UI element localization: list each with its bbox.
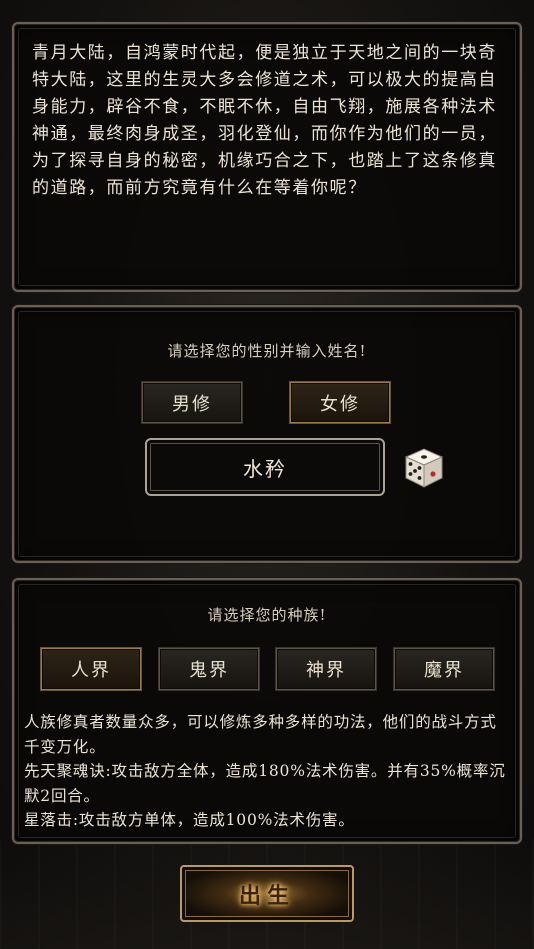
race-panel: 请选择您的种族! 人界 鬼界 神界 魔界 人族修真者数量众多，可以修炼多种多样的…: [12, 578, 522, 844]
story-text: 青月大陆，自鸿蒙时代起，便是独立于天地之间的一块奇特大陆，这里的生灵大多会修道之…: [32, 43, 497, 198]
birth-button[interactable]: 出生: [180, 865, 354, 922]
gender-prompt: 请选择您的性别并输入姓名!: [167, 342, 367, 360]
race-description-intro: 人族修真者数量众多，可以修炼多种多样的功法，他们的战斗方式千变万化。: [24, 713, 497, 756]
race-option-demon[interactable]: 魔界: [394, 648, 494, 690]
race-option-human[interactable]: 人界: [41, 648, 141, 690]
race-description: 人族修真者数量众多，可以修炼多种多样的功法，他们的战斗方式千变万化。 先天聚魂诀…: [24, 710, 512, 833]
race-skill-1: 先天聚魂诀:攻击敌方全体，造成180%法术伤害。并有35%概率沉默2回合。: [24, 762, 506, 805]
race-prompt: 请选择您的种族!: [207, 606, 327, 624]
story-panel: 青月大陆，自鸿蒙时代起，便是独立于天地之间的一块奇特大陆，这里的生灵大多会修道之…: [12, 22, 522, 292]
race-option-god[interactable]: 神界: [276, 648, 376, 690]
female-button[interactable]: 女修: [290, 382, 390, 423]
name-input[interactable]: 水矜: [145, 438, 385, 496]
race-option-ghost[interactable]: 鬼界: [159, 648, 259, 690]
race-skill-2: 星落击:攻击敌方单体，造成100%法术伤害。: [24, 811, 355, 829]
random-name-dice-icon[interactable]: [400, 443, 448, 491]
male-button[interactable]: 男修: [142, 382, 242, 423]
gender-name-panel: 请选择您的性别并输入姓名! 男修 女修 水矜: [12, 305, 522, 563]
